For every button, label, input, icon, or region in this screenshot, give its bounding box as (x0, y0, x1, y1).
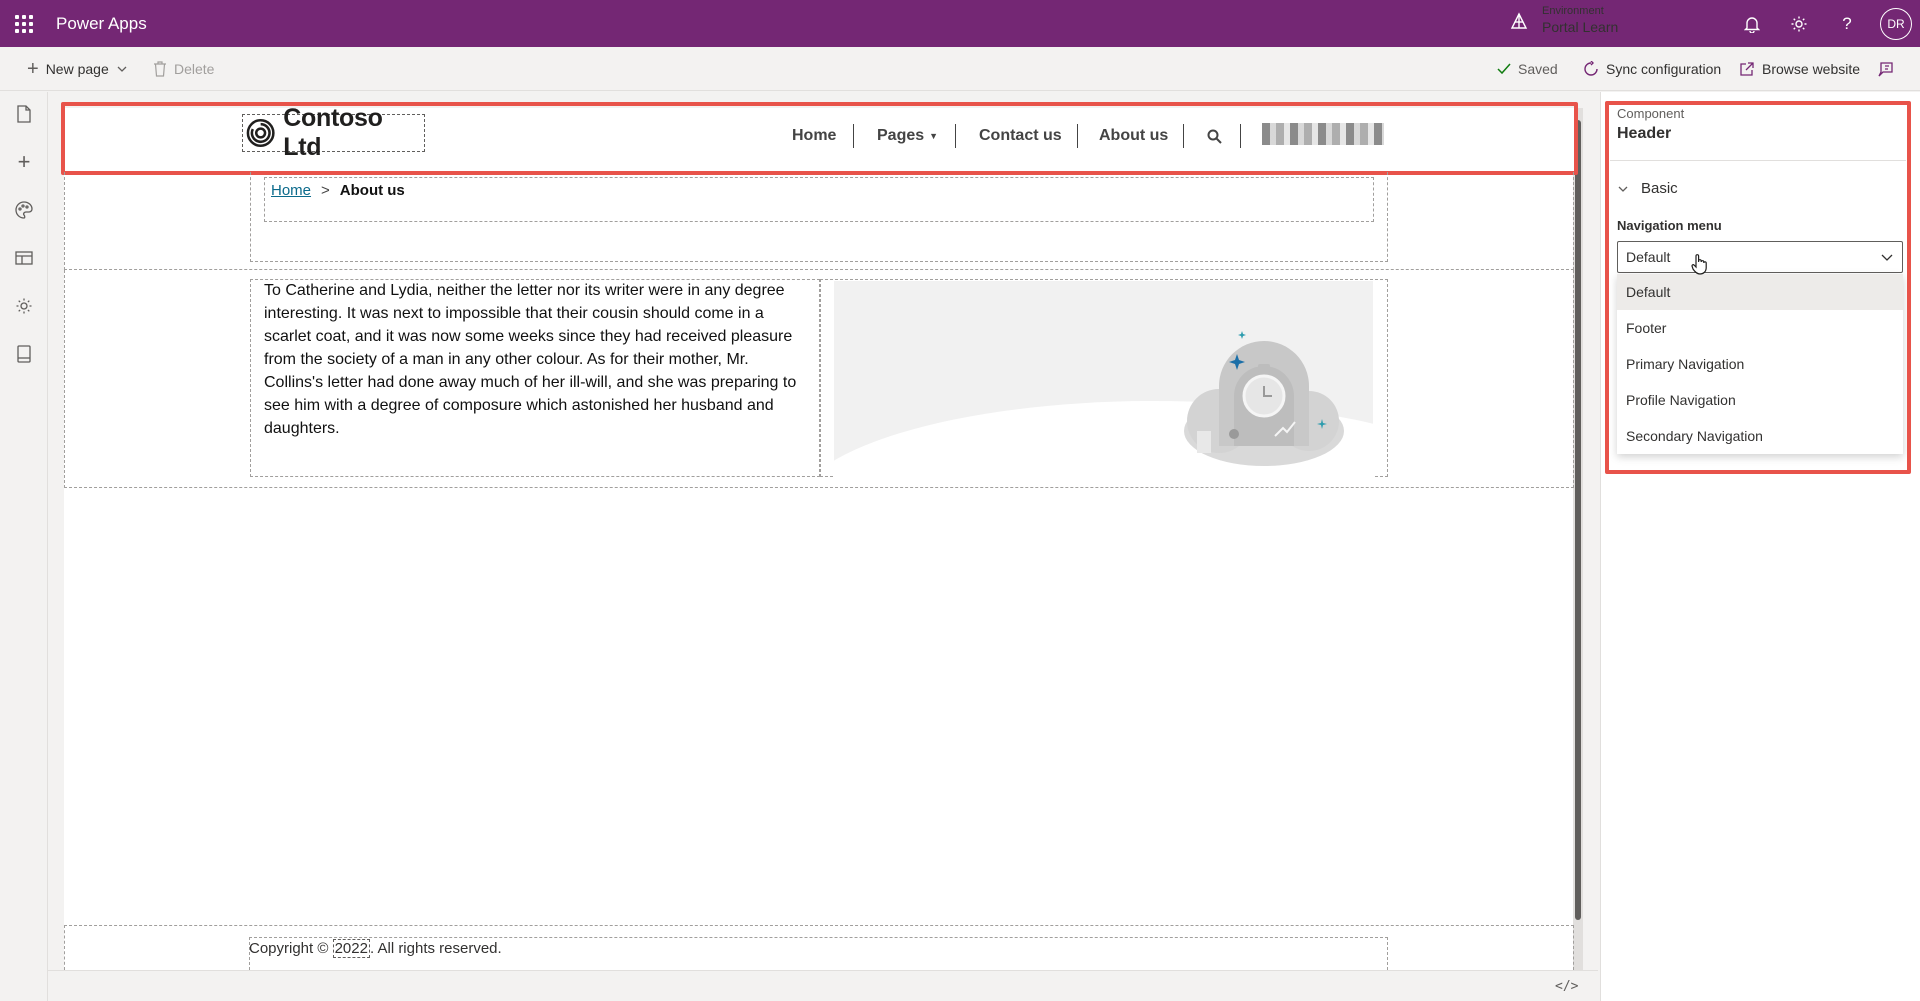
environment-picker[interactable]: Environment Portal Learn (1508, 5, 1618, 36)
caret-down-icon: ▼ (929, 131, 939, 141)
table-icon (15, 251, 33, 265)
nav-separator (853, 124, 854, 148)
canvas-scrollbar-thumb[interactable] (1575, 120, 1581, 920)
add-component-button[interactable]: + (12, 149, 36, 174)
contoso-logo-icon (246, 119, 275, 147)
breadcrumb-separator: > (321, 182, 330, 199)
trash-icon (154, 61, 166, 77)
app-launcher-button[interactable] (0, 0, 47, 47)
footer-year[interactable]: 2022 (332, 939, 370, 958)
illustration-cloud-clock-icon (1184, 331, 1344, 466)
breadcrumb: Home > About us (271, 182, 405, 199)
command-bar: + New page Delete Saved Sync configurati… (0, 47, 1920, 91)
environment-label: Environment (1542, 5, 1604, 17)
data-button[interactable] (12, 246, 36, 270)
page-icon (17, 105, 31, 123)
basic-section-toggle[interactable]: Basic (1617, 180, 1678, 197)
app-title[interactable]: Power Apps (56, 14, 147, 34)
environment-name: Portal Learn (1542, 19, 1619, 35)
feedback-icon (1878, 62, 1893, 77)
browse-label: Browse website (1762, 61, 1861, 77)
footer-prefix: Copyright © (249, 940, 333, 957)
basic-section-label: Basic (1641, 180, 1678, 197)
panel-divider (1610, 160, 1906, 161)
new-page-label: New page (45, 61, 109, 77)
bell-icon (1744, 17, 1760, 33)
footer-suffix: . All rights reserved. (369, 940, 502, 957)
navigation-menu-select[interactable]: Default (1617, 241, 1903, 273)
user-avatar[interactable]: DR (1880, 8, 1912, 40)
left-rail: + (0, 92, 48, 1001)
hand-cursor-icon (1691, 254, 1707, 275)
option-secondary-navigation[interactable]: Secondary Navigation (1617, 418, 1903, 454)
pages-button[interactable] (12, 102, 36, 126)
saved-status: Saved (1497, 47, 1558, 91)
browse-website-button[interactable]: Browse website (1739, 47, 1860, 91)
breadcrumb-container[interactable] (264, 177, 1374, 222)
nav-separator (955, 124, 956, 148)
nav-pages-label: Pages (877, 127, 925, 144)
gear-icon (1791, 16, 1807, 32)
waffle-icon (14, 14, 33, 33)
nav-contact-us[interactable]: Contact us (979, 122, 1062, 150)
hero-image[interactable] (834, 281, 1373, 477)
checkmark-icon (1497, 63, 1511, 75)
nav-pages[interactable]: Pages ▼ (877, 122, 938, 150)
option-primary-navigation[interactable]: Primary Navigation (1617, 346, 1903, 382)
about-body-text[interactable]: To Catherine and Lydia, neither the lett… (264, 279, 809, 440)
breadcrumb-home-link[interactable]: Home (271, 182, 311, 199)
site-logo[interactable]: Contoso Ltd (242, 104, 425, 161)
notifications-button[interactable] (1740, 12, 1764, 36)
help-button[interactable]: ? (1835, 12, 1859, 36)
templates-icon (17, 345, 31, 363)
footer-copyright[interactable]: Copyright © 2022. All rights reserved. (249, 939, 502, 958)
question-icon: ? (1842, 14, 1852, 33)
delete-button[interactable]: Delete (153, 47, 214, 91)
site-search-button[interactable] (1207, 122, 1222, 150)
styling-button[interactable] (12, 198, 36, 222)
component-name: Header (1617, 125, 1672, 142)
redacted-user-name[interactable] (1262, 123, 1384, 145)
set-up-button[interactable] (12, 294, 36, 318)
nav-separator (1077, 124, 1078, 148)
nav-separator (1240, 124, 1241, 148)
saved-label: Saved (1518, 61, 1558, 77)
new-page-button[interactable]: + New page (27, 47, 128, 91)
top-bar: Power Apps (0, 0, 1920, 47)
nav-separator (1183, 124, 1184, 148)
option-profile-navigation[interactable]: Profile Navigation (1617, 382, 1903, 418)
chevron-down-icon (1618, 186, 1628, 192)
option-default[interactable]: Default (1617, 274, 1903, 310)
nav-about-us[interactable]: About us (1099, 122, 1168, 150)
settings-icon (16, 298, 32, 314)
navigation-menu-label: Navigation menu (1617, 218, 1722, 233)
plus-icon: + (27, 57, 39, 80)
option-footer[interactable]: Footer (1617, 310, 1903, 346)
settings-button[interactable] (1787, 12, 1811, 36)
comments-button[interactable] (1877, 47, 1895, 91)
open-external-icon (1740, 62, 1754, 76)
breadcrumb-current: About us (339, 182, 405, 199)
sync-icon (1584, 61, 1598, 76)
component-label: Component (1617, 106, 1685, 121)
nav-home[interactable]: Home (792, 122, 836, 150)
add-icon: + (17, 149, 31, 174)
canvas-status-bar (48, 970, 1598, 1001)
navigation-menu-dropdown: Default Footer Primary Navigation Profil… (1617, 274, 1903, 454)
code-view-button[interactable]: </> (1555, 979, 1578, 994)
navigation-menu-value: Default (1626, 249, 1671, 265)
logo-text: Contoso Ltd (283, 104, 383, 161)
chevron-down-icon (1881, 254, 1893, 261)
templates-button[interactable] (12, 342, 36, 366)
environment-icon (1510, 11, 1528, 29)
search-icon (1207, 129, 1222, 144)
chevron-down-icon (117, 66, 127, 72)
palette-icon (15, 201, 33, 219)
sync-label: Sync configuration (1606, 61, 1722, 77)
sync-configuration-button[interactable]: Sync configuration (1583, 47, 1721, 91)
delete-label: Delete (174, 61, 215, 77)
